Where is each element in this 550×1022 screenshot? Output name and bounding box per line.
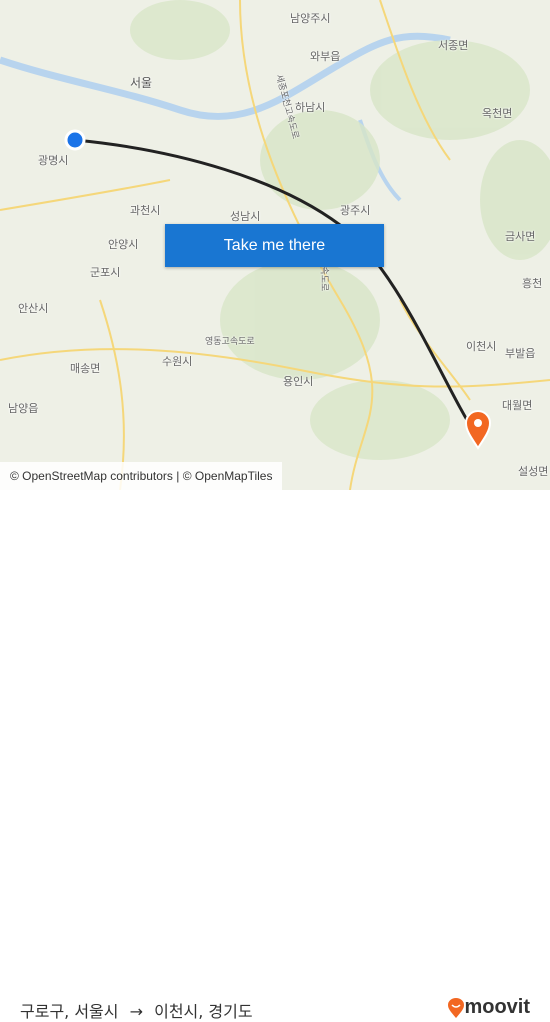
map-label: 성남시 — [230, 210, 261, 223]
moovit-logo[interactable]: moovit — [448, 996, 530, 1019]
map-label: 서울 — [130, 76, 153, 90]
arrow-right-icon: → — [129, 1002, 143, 1021]
map-label: 설성면 — [518, 465, 549, 478]
map-label: 금사면 — [505, 230, 536, 243]
moovit-pin-icon — [448, 997, 465, 1018]
map-label: 광주시 — [340, 204, 371, 217]
map-label: 용인시 — [283, 375, 314, 388]
map-label: 남양주시 — [290, 12, 331, 25]
map-label: 광명시 — [38, 154, 69, 167]
map[interactable]: 남양주시 와부읍 서종면 서울 하남시 옥천면 광명시 과천시 성남시 광주시 … — [0, 0, 550, 490]
route-title: 구로구, 서울시 → 이천시, 경기도 — [20, 998, 253, 1022]
map-label: 군포시 — [90, 266, 121, 279]
brand-name: moovit — [464, 996, 530, 1018]
origin-name: 구로구, 서울시 — [20, 1002, 119, 1021]
map-label: 과천시 — [130, 204, 161, 217]
map-label: 남양읍 — [8, 402, 39, 415]
map-label: 영동고속도로 — [205, 337, 255, 347]
destination-name: 이천시, 경기도 — [154, 1002, 253, 1021]
destination-pin-icon[interactable] — [464, 410, 492, 450]
map-label: 수원시 — [162, 355, 193, 368]
take-me-there-button[interactable]: Take me there — [165, 224, 384, 267]
map-label: 서종면 — [438, 39, 469, 52]
footer: 구로구, 서울시 → 이천시, 경기도 moovit — [0, 490, 550, 1021]
map-label: 흥천 — [522, 277, 543, 290]
map-label: 옥천면 — [482, 107, 513, 120]
map-label: 대월면 — [502, 399, 533, 412]
map-label: 하남시 — [295, 101, 326, 114]
map-attribution[interactable]: © OpenStreetMap contributors | © OpenMap… — [0, 462, 283, 490]
map-label: 안산시 — [18, 302, 49, 315]
map-label: 부발읍 — [505, 347, 536, 360]
map-label: 이천시 — [466, 340, 497, 353]
origin-marker[interactable] — [64, 129, 86, 151]
map-label: 매송면 — [70, 362, 101, 375]
map-label: 안양시 — [108, 238, 139, 251]
map-label: 와부읍 — [310, 50, 341, 63]
